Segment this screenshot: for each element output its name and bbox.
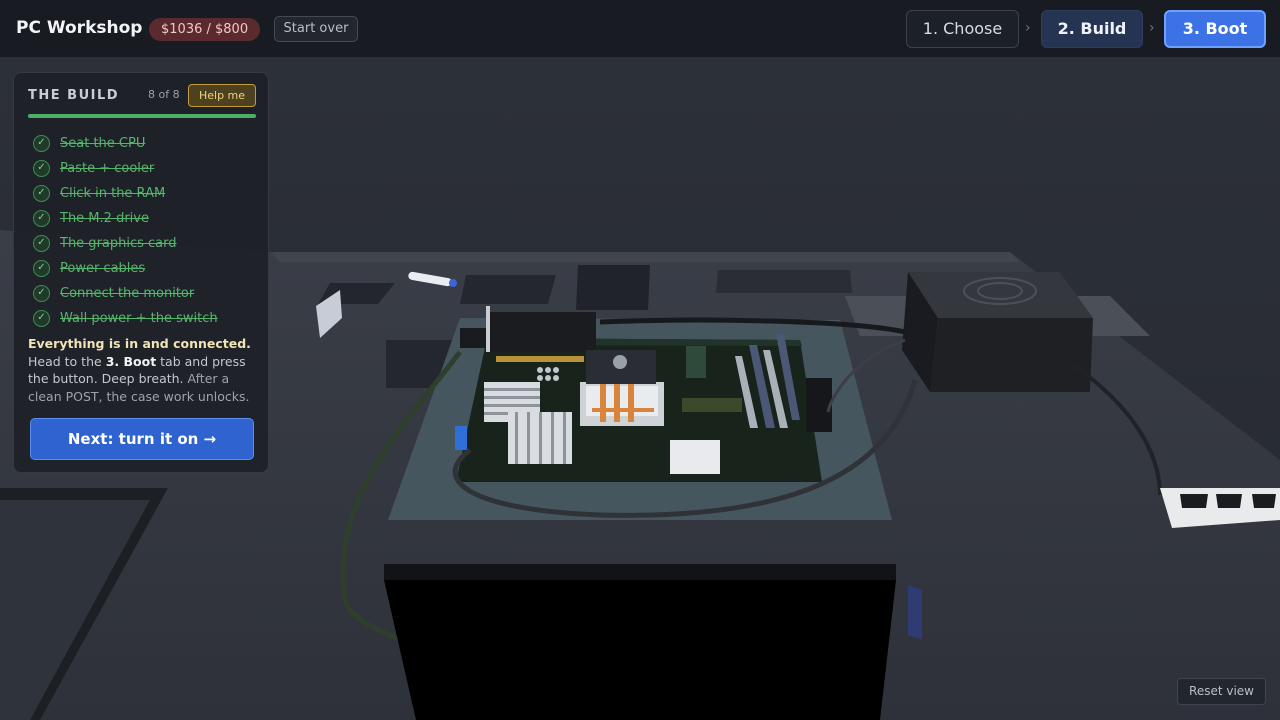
step-tab-build[interactable]: 2. Build bbox=[1041, 10, 1143, 48]
reset-view-button[interactable]: Reset view bbox=[1177, 678, 1266, 705]
atx-power-connector bbox=[806, 378, 832, 432]
checklist-label: Paste + cooler bbox=[60, 161, 155, 176]
spare-box-2 bbox=[576, 265, 650, 310]
desk-back-edge bbox=[270, 252, 1020, 262]
check-icon: ✓ bbox=[33, 235, 50, 252]
checklist-label: Wall power + the switch bbox=[60, 311, 218, 326]
cpu-cooler bbox=[580, 350, 664, 426]
checklist-item: ✓ Paste + cooler bbox=[33, 156, 258, 181]
check-icon: ✓ bbox=[33, 185, 50, 202]
blue-header bbox=[455, 426, 467, 450]
instructions-part-1: Head to the bbox=[28, 353, 102, 369]
check-icon: ✓ bbox=[33, 310, 50, 327]
spare-box-1 bbox=[460, 275, 556, 304]
checklist-item: ✓ Click in the RAM bbox=[33, 181, 258, 206]
checklist-item: ✓ Wall power + the switch bbox=[33, 306, 258, 331]
progress-count: 8 of 8 bbox=[148, 88, 180, 101]
bench-top-edge bbox=[384, 564, 896, 580]
top-bar: PC Workshop $1036 / $800 Start over 1. C… bbox=[0, 0, 1280, 58]
step-tab-boot[interactable]: 3. Boot bbox=[1164, 10, 1266, 48]
checklist-item: ✓ The M.2 drive bbox=[33, 206, 258, 231]
instructions-lead: Everything is in and connected. bbox=[28, 336, 251, 351]
progress-bar bbox=[28, 114, 256, 118]
m2-drive bbox=[686, 346, 706, 378]
step-tab-choose[interactable]: 1. Choose bbox=[906, 10, 1019, 48]
chevron-right-icon: › bbox=[1149, 20, 1155, 36]
checklist-item: ✓ Connect the monitor bbox=[33, 281, 258, 306]
chevron-right-icon: › bbox=[1025, 20, 1031, 36]
checklist-label: The graphics card bbox=[60, 236, 177, 251]
progress-bar-fill bbox=[28, 114, 256, 118]
white-module bbox=[670, 440, 720, 474]
checklist-label: Connect the monitor bbox=[60, 286, 195, 301]
checklist: ✓ Seat the CPU ✓ Paste + cooler ✓ Click … bbox=[33, 131, 258, 331]
checklist-label: Seat the CPU bbox=[60, 136, 146, 151]
pcie-slot bbox=[682, 398, 742, 412]
help-button[interactable]: Help me bbox=[188, 84, 256, 107]
checklist-item: ✓ Seat the CPU bbox=[33, 131, 258, 156]
budget-badge: $1036 / $800 bbox=[149, 18, 261, 41]
next-turn-on-button[interactable]: Next: turn it on → bbox=[30, 418, 254, 460]
checklist-item: ✓ Power cables bbox=[33, 256, 258, 281]
check-icon: ✓ bbox=[33, 285, 50, 302]
check-icon: ✓ bbox=[33, 260, 50, 277]
check-icon: ✓ bbox=[33, 160, 50, 177]
build-panel: THE BUILD 8 of 8 Help me ✓ Seat the CPU … bbox=[13, 72, 269, 473]
check-icon: ✓ bbox=[33, 210, 50, 227]
instructions-boot-highlight: 3. Boot bbox=[105, 353, 157, 369]
panel-title: THE BUILD bbox=[28, 88, 120, 103]
start-over-button[interactable]: Start over bbox=[274, 16, 358, 42]
checklist-item: ✓ The graphics card bbox=[33, 231, 258, 256]
instructions-text: Everything is in and connected. Head to … bbox=[28, 335, 260, 406]
chipset-heatsink bbox=[508, 412, 572, 464]
check-icon: ✓ bbox=[33, 135, 50, 152]
app-title: PC Workshop bbox=[16, 18, 143, 38]
checklist-label: The M.2 drive bbox=[60, 211, 149, 226]
checklist-label: Click in the RAM bbox=[60, 186, 166, 201]
checklist-label: Power cables bbox=[60, 261, 146, 276]
bench-pedestal bbox=[384, 580, 896, 720]
rear-io bbox=[460, 328, 486, 348]
spare-box-3 bbox=[716, 270, 852, 293]
